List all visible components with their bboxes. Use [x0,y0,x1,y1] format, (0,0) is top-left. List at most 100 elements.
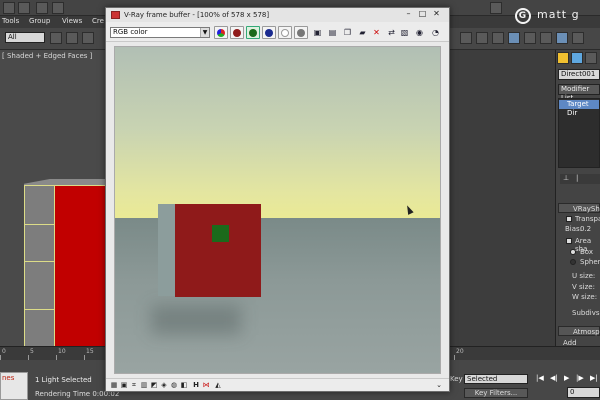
close-icon[interactable]: ✕ [431,10,442,19]
timeline-tick-label: 15 [86,348,94,355]
maxscript-listener[interactable]: nes [0,372,28,400]
new-file-icon[interactable] [3,2,15,14]
undo-icon[interactable] [36,2,48,14]
select-object-icon[interactable] [50,32,62,44]
vfb-title-bar[interactable]: V-Ray frame buffer - [100% of 578 x 578]… [106,8,449,22]
vray-logo-icon [111,11,120,19]
layer-icon[interactable] [476,32,488,44]
timeline-tick-label: 0 [2,348,6,355]
vray-shadows-rollout[interactable]: VRayShac [558,203,600,213]
blue-channel-button[interactable] [262,26,276,39]
create-tab-icon[interactable] [557,52,569,64]
alpha-channel-button[interactable] [278,26,292,39]
rgb-icon [217,29,225,37]
next-frame-icon[interactable]: |▶ [576,374,584,382]
render-frame-icon[interactable] [540,32,552,44]
cube-shadow [151,305,241,335]
maximize-icon[interactable]: □ [417,10,428,19]
sphere-radio[interactable] [570,259,576,265]
selection-filter-dropdown[interactable]: All [5,32,45,43]
box-radio[interactable] [570,249,576,255]
render-teapot-icon[interactable]: ◉ [414,27,425,38]
rgb-channel-button[interactable] [214,26,228,39]
key-filters-button[interactable]: Key Filters... [464,388,528,398]
timeline-tick-label: 20 [456,348,464,355]
show-pixel-info-icon[interactable]: ▣ [120,381,128,389]
green-dot-icon [249,29,257,37]
minimize-icon[interactable]: – [403,10,414,19]
mono-button[interactable] [294,26,308,39]
track-mouse-icon[interactable]: ⇄ [386,27,397,38]
save-icon[interactable]: ▣ [312,27,323,38]
v-size-label: V size: [572,283,595,291]
watermark-logo: G matt g [515,8,600,30]
go-to-start-icon[interactable]: |◀ [536,374,544,382]
show-end-result-icon[interactable]: | [576,174,578,182]
timeline-tick-label: 10 [58,348,66,355]
atmospheres-rollout[interactable]: Atmosphe [558,326,600,336]
lens-effects-icon[interactable]: ◍ [170,381,178,389]
u-size-label: U size: [572,272,596,280]
selection-status: 1 Light Selected [35,376,92,384]
color-corrections-icon[interactable]: ▦ [110,381,118,389]
playback-controls: |◀ ◀| ▶ |▶ ▶| [534,374,600,385]
align-icon[interactable] [460,32,472,44]
teapot-render-icon[interactable] [572,32,584,44]
material-editor-icon[interactable] [508,32,520,44]
key-selection-dropdown[interactable]: Selected [464,374,528,384]
srgb-icon[interactable]: ◧ [180,381,188,389]
open-file-icon[interactable] [18,2,30,14]
menu-create[interactable]: Cre [92,17,104,25]
previous-frame-icon[interactable]: ◀| [550,374,558,382]
perspective-viewport[interactable]: [ Shaded + Edged Faces ] [0,50,110,346]
viewport-label[interactable]: [ Shaded + Edged Faces ] [2,52,92,60]
vfb-toolbar: RGB color ▼ ▣ ▤ ❐ ▰ ✕ ⇄ ▧ ◉ ◔ [106,22,449,42]
select-by-name-icon[interactable] [66,32,78,44]
history-icon[interactable]: H [192,381,200,389]
play-icon[interactable]: ▶ [564,374,569,382]
render-icon[interactable]: ◔ [430,27,441,38]
green-channel-button[interactable] [246,26,260,39]
timeline-tick-label: 5 [30,348,34,355]
expand-panel-icon[interactable]: ⌄ [435,381,443,389]
search-icon[interactable] [490,2,502,14]
modify-tab-icon[interactable] [571,52,583,64]
menu-group[interactable]: Group [29,17,50,25]
gray-dot-icon [297,29,305,37]
object-name-field[interactable]: Direct001 [558,69,600,80]
transparent-checkbox[interactable] [566,216,572,222]
hierarchy-tab-icon[interactable] [585,52,597,64]
levels-icon[interactable]: ▥ [140,381,148,389]
open-folder-icon[interactable]: ▰ [357,27,368,38]
current-frame-field[interactable]: 0 [567,387,600,398]
region-render-icon[interactable]: ▧ [399,27,410,38]
redo-icon[interactable] [52,2,64,14]
channel-dropdown[interactable]: RGB color ▼ [110,27,210,38]
modifier-stack-item[interactable]: Target Dir [559,100,599,117]
area-shadow-checkbox[interactable] [566,238,572,244]
duplicate-icon[interactable]: ❐ [342,27,353,38]
curve-editor-icon[interactable] [492,32,504,44]
exposure-icon[interactable]: ◈ [160,381,168,389]
pin-stack-icon[interactable]: ⊥ [563,174,569,182]
save-all-icon[interactable]: ▤ [327,27,338,38]
menu-views[interactable]: Views [62,17,82,25]
vfb-bottom-toolbar: ▦ ▣ ⌗ ▥ ◩ ◈ ◍ ◧ H ⋈ ◭ ⌄ [106,378,449,391]
curve-icon[interactable]: ◩ [150,381,158,389]
rect-select-icon[interactable] [82,32,94,44]
subdivs-label: Subdivs: [572,309,600,317]
rendered-image[interactable] [114,46,441,374]
render-setup-icon[interactable] [524,32,536,44]
bias-value[interactable]: 0.2 [580,225,591,233]
go-to-end-icon[interactable]: ▶| [590,374,598,382]
clear-image-icon[interactable]: ✕ [371,27,382,38]
color-clamp-icon[interactable]: ⌗ [130,381,138,389]
menu-tools[interactable]: Tools [2,17,19,25]
compare-ab-icon[interactable]: ⋈ [202,381,210,389]
modifier-list-dropdown[interactable]: Modifier List [558,84,600,102]
render-production-icon[interactable] [556,32,568,44]
vfb-title: V-Ray frame buffer - [100% of 578 x 578] [124,11,270,19]
red-channel-button[interactable] [230,26,244,39]
box-label: Box [580,248,594,256]
stamp-icon[interactable]: ◭ [214,381,222,389]
